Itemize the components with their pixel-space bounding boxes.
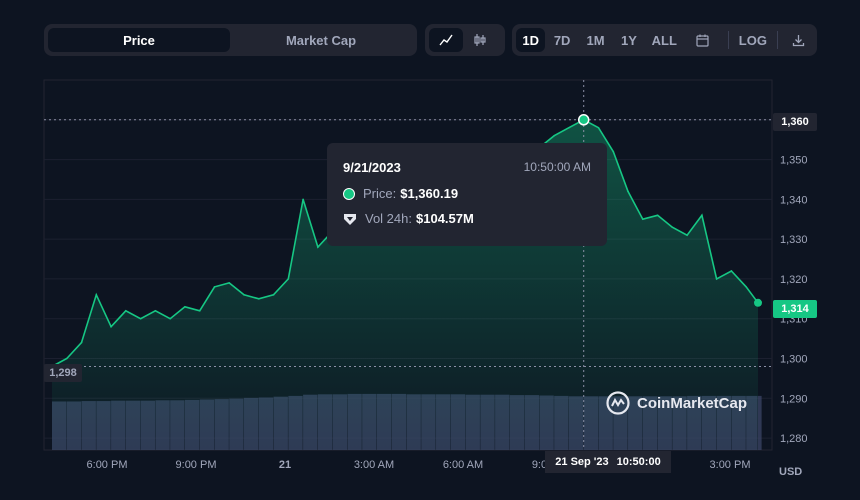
crosshair-time-label: 21 Sep '23 10:50:00: [545, 451, 671, 473]
price-point: [317, 246, 319, 248]
price-dot-icon: [343, 187, 355, 200]
x-tick-label: 3:00 PM: [710, 459, 751, 471]
price-point: [701, 214, 703, 217]
tooltip-price-label: Price:: [363, 186, 397, 201]
x-tick-label: 9:00 PM: [176, 459, 217, 471]
volume-shield-icon: [344, 213, 356, 225]
price-chart[interactable]: 1,2801,2901,3001,3101,3201,3301,3401,350…: [0, 0, 860, 500]
price-point: [213, 286, 216, 288]
low-price-label: 1,298: [44, 364, 82, 382]
tooltip-price-row: Price: $1,360.19: [343, 186, 458, 201]
current-price-label: 1,314: [773, 300, 817, 318]
price-point: [169, 317, 171, 320]
y-tick-label: 1,340: [780, 194, 808, 206]
y-tick-label: 1,280: [780, 433, 808, 445]
y-tick-label: 1,320: [780, 274, 808, 286]
watermark-text: CoinMarketCap: [637, 394, 748, 412]
price-point: [154, 309, 157, 312]
tooltip-date: 9/21/2023: [343, 160, 401, 175]
price-point: [553, 134, 555, 137]
crosshair-point: [577, 114, 590, 126]
x-tick-label: 3:00 AM: [354, 459, 394, 471]
tooltip-volume-label: Vol 24h:: [365, 211, 412, 226]
tooltip-time: 10:50:00 AM: [523, 160, 591, 174]
price-point: [686, 234, 688, 236]
price-point: [641, 218, 644, 221]
price-point: [656, 214, 659, 217]
price-point: [627, 190, 629, 193]
price-point: [198, 309, 201, 312]
price-point: [110, 325, 112, 328]
price-point: [257, 298, 260, 300]
x-tick-label: 6:00 AM: [443, 459, 483, 471]
price-point: [671, 226, 674, 229]
x-tick-label: 6:00 PM: [87, 459, 128, 471]
tooltip-volume-row: Vol 24h: $104.57M: [343, 211, 474, 226]
price-point: [287, 278, 290, 280]
price-point: [65, 357, 68, 360]
y-tick-label: 1,330: [780, 234, 808, 246]
coinmarketcap-watermark: CoinMarketCap: [606, 391, 747, 415]
coinmarketcap-logo-icon: [606, 391, 630, 415]
volume-bar: [758, 395, 762, 450]
tooltip-price-value: $1,360.19: [400, 186, 459, 201]
price-point: [272, 294, 275, 296]
current-price-dot: [754, 298, 762, 307]
crosshair-price-label: 1,360: [773, 113, 817, 131]
price-point: [745, 286, 747, 288]
crosshair-date: 21 Sep '23: [555, 456, 609, 468]
tooltip-volume-value: $104.57M: [416, 211, 474, 226]
price-point: [597, 126, 600, 129]
price-point: [730, 270, 733, 272]
price-point: [125, 309, 127, 312]
price-point: [568, 126, 570, 129]
price-point: [80, 341, 83, 344]
price-point: [184, 305, 186, 308]
tooltip: 9/21/2023 10:50:00 AM Price: $1,360.19 V…: [327, 143, 607, 246]
price-point: [302, 198, 304, 201]
price-point: [228, 282, 231, 284]
crosshair-time: 10:50:00: [616, 456, 661, 468]
currency-label: USD: [779, 466, 803, 478]
y-axis-ticks: 1,2801,2901,3001,3101,3201,3301,3401,350…: [780, 115, 808, 445]
price-point: [243, 294, 245, 296]
price-point: [612, 150, 615, 153]
price-point: [95, 294, 98, 296]
x-tick-label: 21: [279, 459, 291, 471]
y-tick-label: 1,350: [780, 155, 808, 167]
y-tick-label: 1,290: [780, 393, 808, 405]
price-point: [715, 278, 718, 280]
price-point: [139, 317, 142, 320]
y-tick-label: 1,300: [780, 353, 808, 365]
